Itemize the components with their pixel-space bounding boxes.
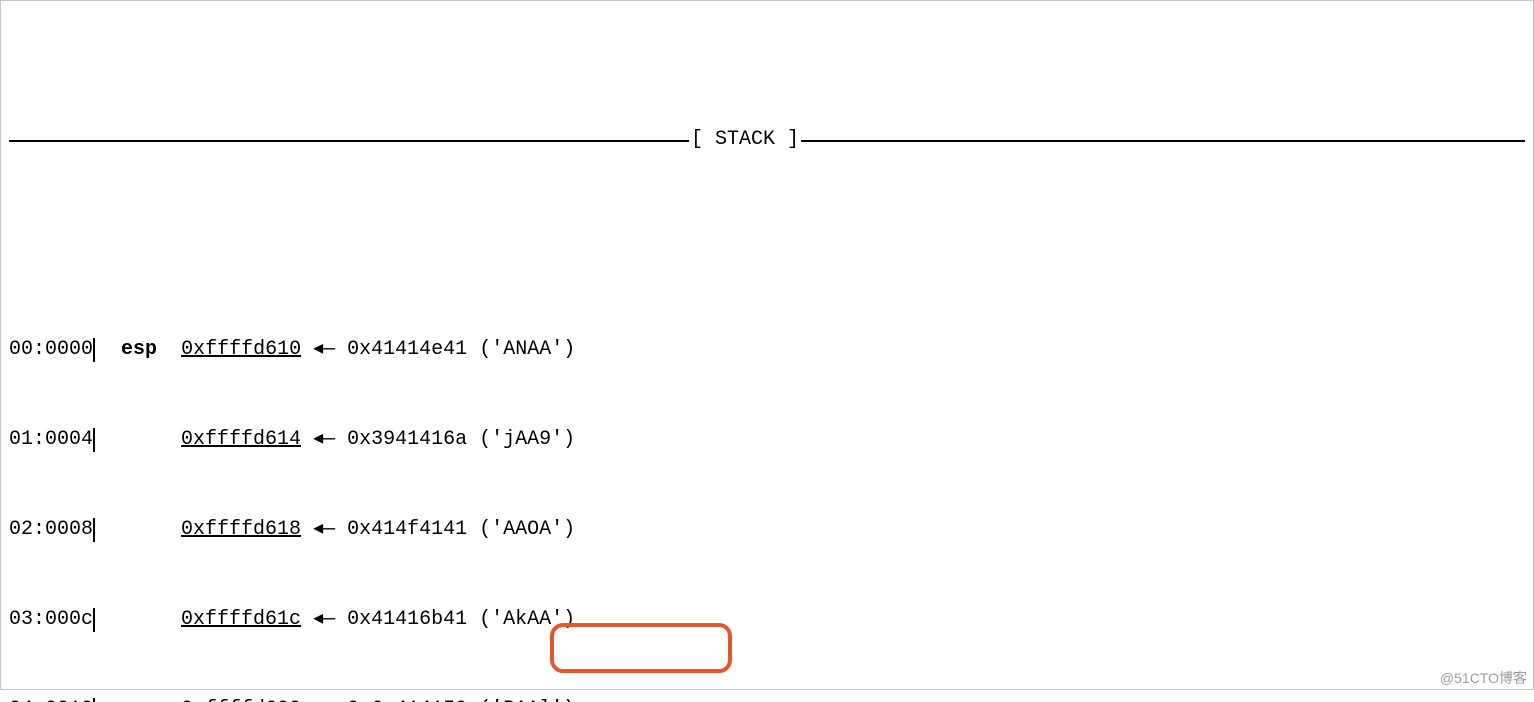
watermark: @51CTO博客	[1440, 671, 1527, 685]
arrow-icon: ◂—	[301, 695, 347, 702]
pipe-icon	[93, 608, 95, 632]
pipe-icon	[93, 338, 95, 362]
stack-reg-pad	[97, 515, 181, 545]
stack-offset: 01:0004	[9, 425, 93, 455]
stack-offset: 02:0008	[9, 515, 93, 545]
stack-offset: 03:000c	[9, 605, 93, 635]
stack-reg: esp	[97, 335, 181, 365]
stack-addr: 0xffffd618	[181, 515, 301, 545]
stack-row: 03:000c 0xffffd61c ◂— 0x41416b41 ('AkAA'…	[9, 605, 1525, 635]
stack-addr: 0xffffd610	[181, 335, 301, 365]
stack-addr: 0xffffd620	[181, 695, 301, 702]
pipe-icon	[93, 428, 95, 452]
stack-offset: 04:0010	[9, 695, 93, 702]
stack-reg-pad	[97, 605, 181, 635]
arrow-icon: ◂—	[301, 425, 347, 455]
stack-value: 0x6c414150 ('PAAl')	[347, 695, 575, 702]
stack-reg-pad	[97, 695, 181, 702]
arrow-icon: ◂—	[301, 605, 347, 635]
pipe-icon	[93, 518, 95, 542]
stack-value: 0x41416b41 ('AkAA')	[347, 605, 575, 635]
section-header-stack-label: [ STACK ]	[689, 125, 801, 155]
arrow-icon: ◂—	[301, 335, 347, 365]
section-header-stack: [ STACK ]	[9, 125, 1525, 155]
stack-value: 0x3941416a ('jAA9')	[347, 425, 575, 455]
terminal[interactable]: [ STACK ] 00:0000 esp 0xffffd610 ◂— 0x41…	[0, 0, 1534, 690]
stack-offset: 00:0000	[9, 335, 93, 365]
stack-value: 0x414f4141 ('AAOA')	[347, 515, 575, 545]
stack-reg-pad	[97, 425, 181, 455]
stack-row: 02:0008 0xffffd618 ◂— 0x414f4141 ('AAOA'…	[9, 515, 1525, 545]
stack-area: 00:0000 esp 0xffffd610 ◂— 0x41414e41 ('A…	[9, 275, 1525, 702]
stack-row: 01:0004 0xffffd614 ◂— 0x3941416a ('jAA9'…	[9, 425, 1525, 455]
pipe-icon	[93, 698, 95, 702]
stack-value: 0x41414e41 ('ANAA')	[347, 335, 575, 365]
stack-addr: 0xffffd614	[181, 425, 301, 455]
stack-addr: 0xffffd61c	[181, 605, 301, 635]
arrow-icon: ◂—	[301, 515, 347, 545]
stack-row: 00:0000 esp 0xffffd610 ◂— 0x41414e41 ('A…	[9, 335, 1525, 365]
stack-row: 04:0010 0xffffd620 ◂— 0x6c414150 ('PAAl'…	[9, 695, 1525, 702]
